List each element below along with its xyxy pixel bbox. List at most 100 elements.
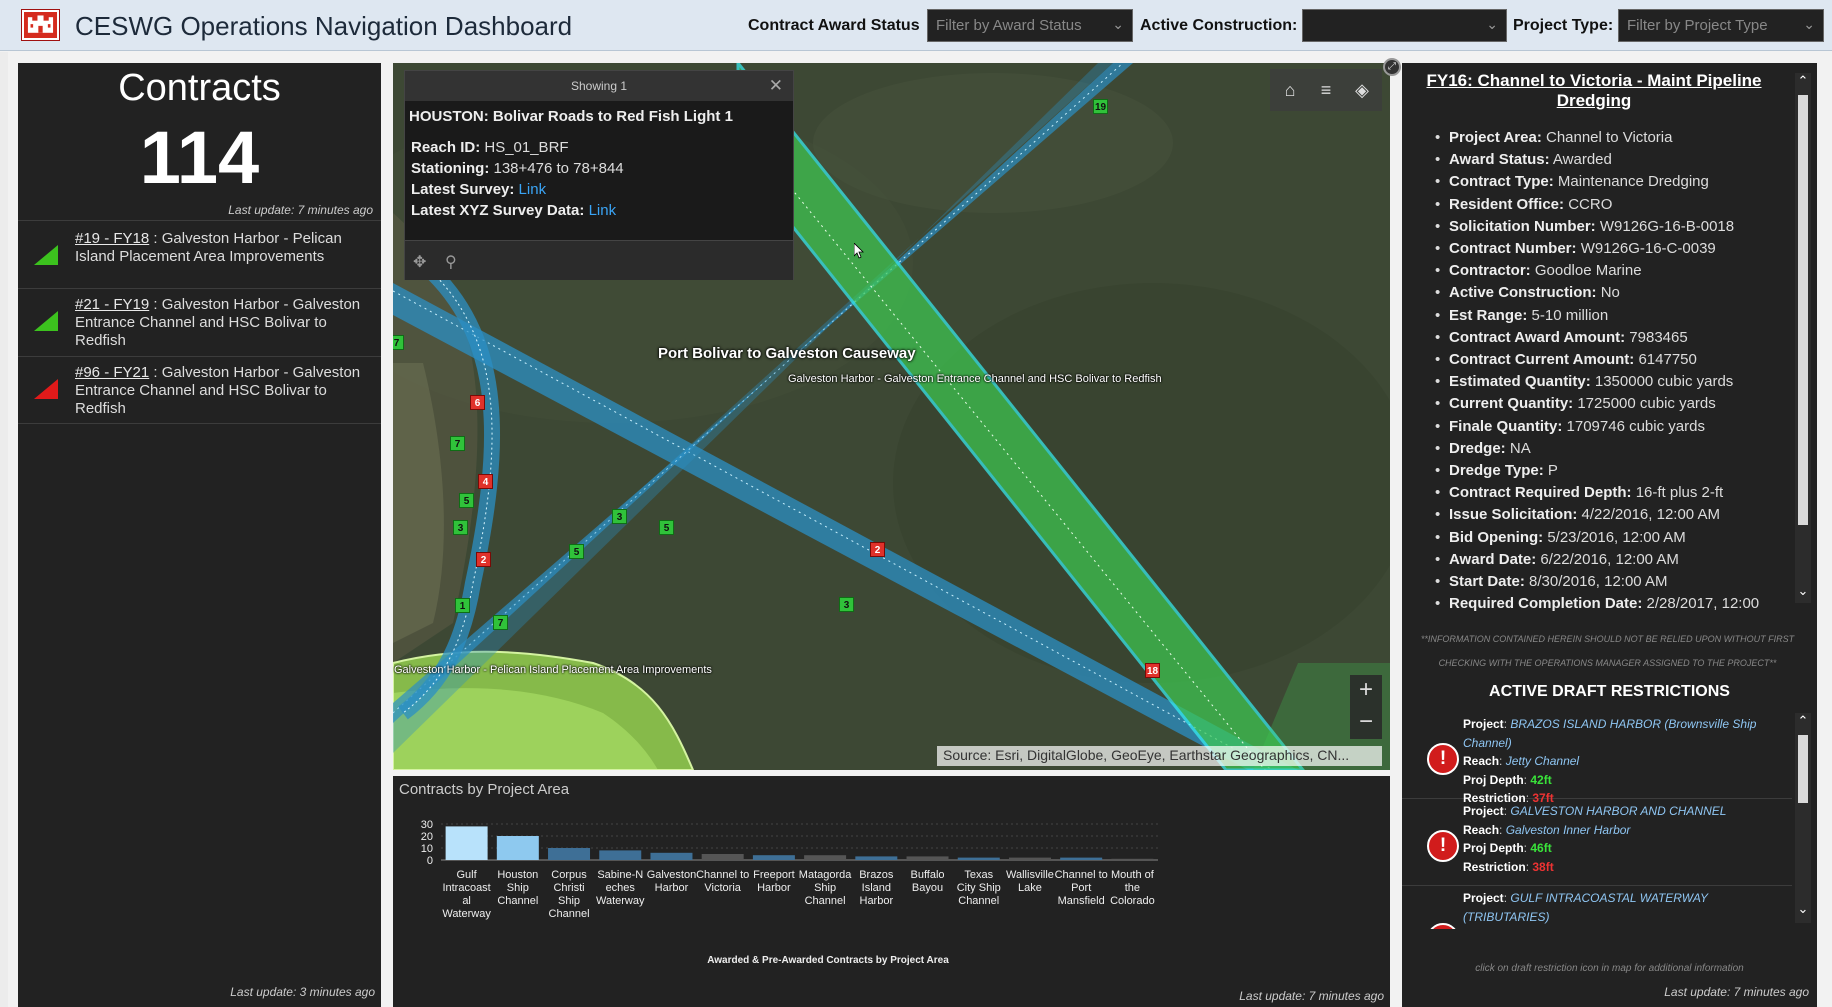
x-axis-tick-label-line: Channel to — [696, 869, 749, 881]
station-marker[interactable]: 7 — [393, 335, 404, 350]
station-marker[interactable]: 2 — [870, 542, 885, 557]
detail-label: Bid Opening: — [1449, 528, 1544, 546]
detail-value: 4/22/2016, 12:00 AM — [1581, 506, 1720, 524]
draft-restriction-item[interactable]: ! Project: GALVESTON HARBOR AND CHANNEL … — [1402, 800, 1792, 886]
detail-value: 6147750 — [1638, 351, 1697, 369]
chevron-up-icon[interactable]: ⌃ — [1795, 713, 1811, 733]
station-marker[interactable]: 5 — [459, 493, 474, 508]
layers-icon[interactable]: ◈ — [1350, 78, 1374, 102]
detail-value: NA — [1509, 439, 1531, 457]
popup-title: HOUSTON: Bolivar Roads to Red Fish Light… — [409, 108, 733, 125]
contract-detail-item: Est Range: 5-10 million — [1435, 305, 1765, 327]
depth-value: 46ft — [1530, 841, 1552, 855]
contract-item-text: #96 - FY21 : Galveston Harbor - Galvesto… — [75, 364, 375, 418]
x-axis-tick-label-line: Sabine-N — [597, 869, 643, 881]
alert-icon[interactable]: ! — [1427, 743, 1459, 775]
contract-link[interactable]: #21 - FY19 — [75, 296, 149, 313]
station-marker[interactable]: 7 — [450, 436, 465, 451]
popup-row-value: HS_01_BRF — [480, 139, 569, 156]
contract-details-title[interactable]: FY16: Channel to Victoria - Maint Pipeli… — [1414, 71, 1774, 111]
alert-icon[interactable]: ! — [1427, 923, 1459, 929]
x-axis-tick-label-line: Harbor — [655, 882, 689, 894]
legend-list-icon[interactable]: ≡ — [1314, 78, 1338, 102]
popup-count: Showing 1 — [570, 79, 628, 93]
contracts-bar-chart: 3020100Gulf Intracoast al WaterwayHouston Sh… — [421, 819, 1158, 920]
active-construction-filter-label: Active Construction: — [1140, 17, 1298, 34]
chevron-down-icon[interactable]: ⌄ — [1795, 901, 1811, 921]
detail-label: Estimated Quantity: — [1449, 373, 1591, 391]
station-marker[interactable]: 5 — [659, 520, 674, 535]
reach-label: Reach — [1463, 754, 1500, 768]
chart-panel: Contracts by Project Area 30 20 10 0 Gulf Int… — [393, 776, 1390, 1007]
chevron-up-icon[interactable]: ⌃ — [1795, 73, 1811, 93]
station-marker[interactable]: 3 — [453, 520, 468, 535]
draft-restriction-item[interactable]: ! Project: GULF INTRACOASTAL WATERWAY (T… — [1402, 887, 1792, 929]
close-icon[interactable]: ✕ — [769, 76, 783, 96]
reach-label: Reach — [1463, 822, 1500, 837]
x-axis-tick-label: Freeport Harbor — [753, 869, 795, 894]
fullscreen-icon[interactable]: ⤢ — [1383, 58, 1401, 76]
detail-label: Award Status: — [1449, 151, 1550, 169]
contract-link[interactable]: #19 - FY18 — [75, 230, 149, 247]
contract-detail-item: Active Construction: No — [1435, 282, 1765, 304]
project-value: BRAZOS ISLAND HARBOR (Brownsville Ship C… — [1463, 717, 1757, 750]
station-marker[interactable]: 19 — [1093, 99, 1108, 114]
contract-detail-item: Contract Award Amount: 7983465 — [1435, 327, 1765, 349]
chart-bar — [1111, 858, 1154, 860]
station-marker[interactable]: 1 — [455, 598, 470, 613]
draft-help-text: click on draft restriction icon in map f… — [1475, 963, 1744, 974]
station-marker[interactable]: 3 — [839, 597, 854, 612]
project-type-filter-label: Project Type: — [1513, 17, 1614, 34]
scrollbar-thumb[interactable] — [1798, 95, 1808, 525]
zoom-in-button[interactable]: + — [1350, 675, 1382, 707]
detail-value: 2/28/2017, 12:00 — [1646, 595, 1760, 613]
mouse-cursor-icon — [854, 243, 864, 259]
scrollbar-thumb[interactable] — [1798, 735, 1808, 803]
project-type-filter-placeholder: Filter by Project Type — [1627, 17, 1768, 34]
contract-list-item[interactable]: #96 - FY21 : Galveston Harbor - Galvesto… — [18, 356, 381, 424]
draft-restriction-item[interactable]: ! Project: BRAZOS ISLAND HARBOR (Brownsv… — [1402, 713, 1792, 805]
detail-label: Active Construction: — [1449, 284, 1597, 302]
chevron-down-icon[interactable]: ⌄ — [1795, 583, 1811, 603]
x-axis-tick-label: Channel to Victoria — [696, 869, 749, 894]
station-marker[interactable]: 18 — [1145, 663, 1160, 678]
detail-label: Finale Quantity: — [1449, 417, 1563, 435]
station-marker[interactable]: 6 — [470, 395, 485, 410]
detail-label: Contract Award Amount: — [1449, 328, 1626, 346]
map-view[interactable]: Port Bolivar to Galveston Causeway Galve… — [393, 63, 1390, 770]
active-construction-filter-select[interactable]: ⌄ — [1302, 9, 1507, 42]
detail-label: Solicitation Number: — [1449, 217, 1596, 235]
alert-icon[interactable]: ! — [1427, 830, 1459, 862]
contract-list-item[interactable]: #21 - FY19 : Galveston Harbor - Galvesto… — [18, 288, 381, 356]
detail-value: 16-ft plus 2-ft — [1635, 484, 1724, 502]
project-label: Project — [1463, 891, 1504, 905]
zoom-to-icon[interactable]: ⚲ — [445, 252, 457, 272]
draft-scrollbar[interactable]: ⌃ ⌄ — [1795, 713, 1811, 923]
popup-row-stationing: Stationing: 138+476 to 78+844 — [411, 160, 624, 177]
contract-link[interactable]: #96 - FY21 — [75, 364, 149, 381]
station-marker[interactable]: 3 — [612, 509, 627, 524]
station-marker[interactable]: 4 — [478, 474, 493, 489]
restriction-value: 38ft — [1532, 859, 1554, 874]
contract-detail-item: Estimated Quantity: 1350000 cubic yards — [1435, 371, 1765, 393]
contract-list-item[interactable]: #19 - FY18 : Galveston Harbor - Pelican … — [18, 220, 381, 288]
detail-value: 1725000 cubic yards — [1577, 395, 1716, 413]
depth-label: Proj Depth — [1463, 841, 1524, 855]
detail-value: 5/23/2016, 12:00 AM — [1547, 528, 1686, 546]
latest-survey-link[interactable]: Link — [519, 181, 547, 198]
zoom-out-button[interactable]: − — [1350, 707, 1382, 739]
award-status-filter-select[interactable]: Filter by Award Status ⌄ — [927, 9, 1133, 42]
detail-value: 7983465 — [1629, 328, 1688, 346]
station-marker[interactable]: 7 — [493, 615, 508, 630]
xyz-survey-link[interactable]: Link — [589, 202, 617, 219]
award-status-filter-placeholder: Filter by Award Status — [936, 17, 1082, 34]
home-icon[interactable]: ⌂ — [1278, 78, 1302, 102]
award-status-filter-label: Contract Award Status — [748, 17, 920, 34]
details-scrollbar[interactable]: ⌃ ⌄ — [1795, 73, 1811, 603]
pan-to-icon[interactable]: ✥ — [413, 252, 426, 272]
station-marker[interactable]: 5 — [569, 544, 584, 559]
project-type-filter-select[interactable]: Filter by Project Type ⌄ — [1618, 9, 1824, 42]
station-marker[interactable]: 2 — [476, 552, 491, 567]
x-axis-tick-label: Galveston Harbor — [647, 869, 697, 894]
x-axis-tick-label-line: Lake — [1018, 882, 1042, 894]
